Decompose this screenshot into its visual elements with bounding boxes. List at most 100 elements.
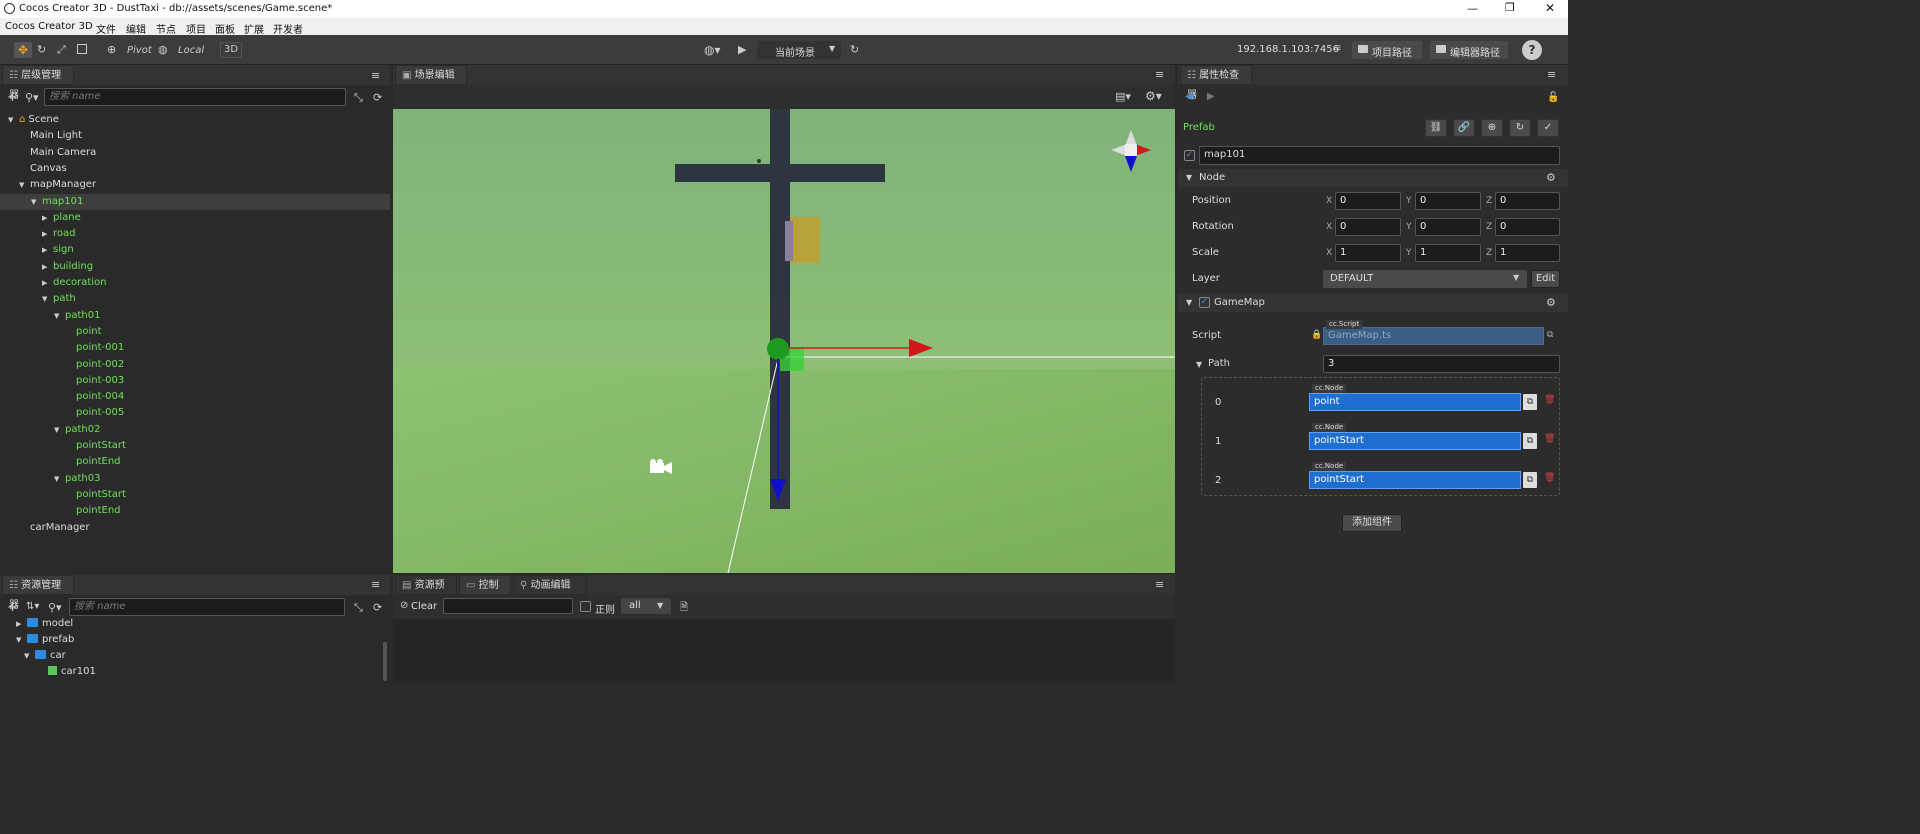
menu-item-extension[interactable]: 扩展 — [244, 21, 264, 36]
tree-node[interactable]: Canvas — [19, 161, 67, 177]
tree-node[interactable]: ▼ map101 — [31, 194, 83, 210]
chevron-down-icon[interactable]: ▼ — [54, 308, 65, 324]
scale-x-input[interactable]: 1 — [1335, 244, 1401, 262]
asset-item[interactable]: ▶ model — [16, 616, 73, 632]
tree-node[interactable]: ▶ building — [42, 259, 93, 275]
tree-node[interactable]: ▶ sign — [42, 242, 74, 258]
tree-node[interactable]: point — [65, 324, 102, 340]
tab-asset-preview[interactable]: ▤ 资源预览 — [395, 575, 457, 611]
local-icon[interactable]: ◍ — [158, 43, 168, 56]
scene-select[interactable]: 当前场景 ▼ — [757, 41, 841, 59]
trash-icon[interactable]: 🗑 — [1544, 434, 1555, 444]
add-component-button[interactable]: 添加组件 — [1342, 514, 1402, 532]
tree-node[interactable]: ▼ path01 — [54, 308, 100, 324]
road-horizontal[interactable] — [675, 164, 885, 182]
regex-checkbox[interactable] — [580, 601, 591, 612]
tree-node[interactable]: pointStart — [65, 438, 126, 454]
mode-3d-button[interactable]: 3D — [220, 42, 242, 58]
forward-arrow-icon[interactable]: ▶ — [1207, 91, 1215, 102]
node-picker-icon[interactable]: ⧉ — [1523, 394, 1537, 410]
tree-node[interactable]: pointStart — [65, 487, 126, 503]
tree-node[interactable]: point-005 — [65, 405, 124, 421]
pivot-button[interactable]: Pivot — [127, 45, 152, 56]
move-tool-icon[interactable]: ✥ — [14, 42, 32, 58]
node-picker-icon[interactable]: ⧉ — [1523, 472, 1537, 488]
asset-item[interactable]: ▼ prefab — [16, 632, 74, 648]
prefab-locate-icon[interactable]: ⊕ — [1481, 119, 1503, 137]
refresh-icon[interactable]: ⟳ — [373, 91, 382, 104]
asset-item[interactable]: ▼ car — [24, 648, 66, 664]
gamemap-section-header[interactable]: ▼ ✓ GameMap ⚙ — [1178, 294, 1568, 312]
add-node-icon[interactable]: + — [7, 90, 18, 105]
tree-node[interactable]: ▶ road — [42, 226, 76, 242]
prefab-link-icon[interactable]: 🔗 — [1453, 119, 1475, 137]
chevron-down-icon[interactable]: ▼ — [54, 471, 65, 487]
tree-node[interactable]: ▶ plane — [42, 210, 81, 226]
pivot-icon[interactable]: ⊕ — [107, 43, 116, 56]
building-model[interactable] — [790, 217, 820, 263]
camera-view-icon[interactable]: ▤▾ — [1115, 90, 1131, 103]
path-count-input[interactable]: 3 — [1323, 355, 1560, 373]
rotation-x-input[interactable]: 0 — [1335, 218, 1401, 236]
rotation-y-input[interactable]: 0 — [1415, 218, 1481, 236]
menu-item-developer[interactable]: 开发者 — [273, 21, 303, 36]
component-enabled-checkbox[interactable]: ✓ — [1199, 297, 1210, 308]
trash-icon[interactable]: 🗑 — [1544, 395, 1555, 405]
chevron-down-icon[interactable]: ▼ — [16, 632, 27, 648]
chevron-down-icon[interactable]: ▼ — [8, 112, 19, 128]
menu-item-app[interactable]: Cocos Creator 3D — [5, 21, 93, 32]
tree-node[interactable]: pointEnd — [65, 503, 121, 519]
tree-node[interactable]: ▼ path03 — [54, 471, 100, 487]
tree-node[interactable]: ▼ path — [42, 291, 76, 307]
console-filter-input[interactable] — [443, 598, 573, 614]
gear-icon[interactable]: ⚙ — [1546, 171, 1556, 184]
tree-node[interactable]: pointEnd — [65, 454, 121, 470]
editor-path-button[interactable]: 编辑器路径 — [1430, 41, 1508, 59]
tree-node[interactable]: ▼ mapManager — [19, 177, 96, 193]
node-picker-icon[interactable]: ⧉ — [1523, 433, 1537, 449]
assets-tab[interactable]: ☷ 资源管理器 — [2, 575, 74, 611]
layer-edit-button[interactable]: Edit — [1531, 270, 1560, 288]
tree-node[interactable]: Main Light — [19, 128, 82, 144]
collapse-all-icon[interactable]: ⤡ — [354, 91, 363, 105]
scene-editor-tab[interactable]: ▣ 场景编辑器 — [395, 65, 467, 101]
node-name-input[interactable]: map101 — [1199, 146, 1560, 165]
menu-item-edit[interactable]: 编辑 — [126, 21, 146, 36]
tree-node[interactable]: carManager — [19, 520, 90, 536]
script-open-icon[interactable]: ⧉ — [1547, 330, 1553, 340]
scene-viewport[interactable] — [393, 109, 1175, 573]
ip-address[interactable]: 192.168.1.103:7456 — [1237, 44, 1339, 55]
node-active-checkbox[interactable]: ✓ — [1184, 150, 1195, 161]
level-filter-select[interactable]: all ▼ — [621, 598, 671, 614]
play-button[interactable]: ▶ — [738, 43, 746, 56]
tab-console[interactable]: ▭ 控制台 — [459, 575, 511, 611]
position-y-input[interactable]: 0 — [1415, 192, 1481, 210]
search-type-icon[interactable]: ⚲▾ — [25, 91, 39, 104]
node-section-header[interactable]: ▼ Node ⚙ — [1178, 169, 1568, 187]
tree-node[interactable]: ▼ path02 — [54, 422, 100, 438]
local-button[interactable]: Local — [178, 45, 204, 56]
scale-tool-icon[interactable]: ⤢ — [57, 43, 66, 57]
panel-menu-icon[interactable]: ≡ — [371, 69, 380, 82]
menu-item-file[interactable]: 文件 — [96, 21, 116, 36]
chevron-down-icon[interactable]: ▼ — [42, 291, 53, 307]
script-field[interactable]: GameMap.ts — [1323, 327, 1544, 345]
scale-y-input[interactable]: 1 — [1415, 244, 1481, 262]
path-item-node-field[interactable]: pointStart — [1309, 432, 1521, 450]
tree-node[interactable]: ▶ decoration — [42, 275, 107, 291]
chevron-right-icon[interactable]: ▶ — [42, 242, 53, 258]
panel-menu-icon[interactable]: ≡ — [1155, 68, 1164, 81]
platform-globe-icon[interactable]: ◍▾ — [704, 43, 721, 57]
chevron-right-icon[interactable]: ▶ — [42, 210, 53, 226]
tree-node[interactable]: point-002 — [65, 357, 124, 373]
search-type-icon[interactable]: ⚲▾ — [48, 601, 62, 614]
trash-icon[interactable]: 🗑 — [1544, 473, 1555, 483]
close-icon[interactable]: ✕ — [1545, 1, 1555, 15]
path-item-node-field[interactable]: point — [1309, 393, 1521, 411]
add-asset-icon[interactable]: + — [7, 600, 18, 615]
rotate-tool-icon[interactable]: ↻ — [37, 43, 46, 56]
inspector-tab[interactable]: ☷ 属性检查器 — [1180, 65, 1252, 101]
hierarchy-tab[interactable]: ☷ 层级管理器 — [2, 65, 74, 101]
chevron-right-icon[interactable]: ▶ — [42, 226, 53, 242]
project-path-button[interactable]: 项目路径 — [1352, 41, 1422, 59]
